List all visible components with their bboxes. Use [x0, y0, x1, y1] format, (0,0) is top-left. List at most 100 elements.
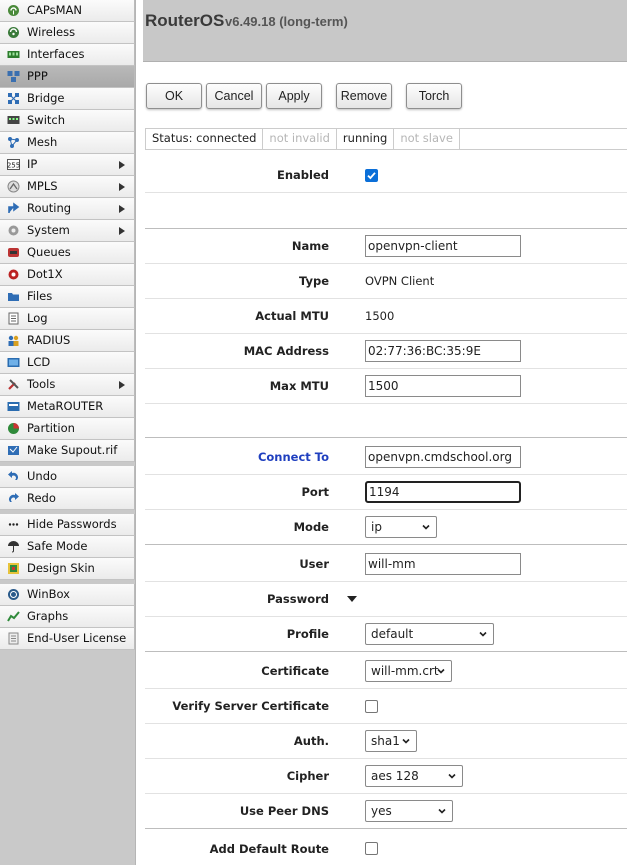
torch-button[interactable]: Torch — [406, 83, 462, 109]
sidebar-item-switch[interactable]: Switch — [0, 110, 135, 132]
sidebar-group: Hide Passwords Safe Mode Design Skin — [0, 514, 135, 580]
sidebar-item-label: Partition — [27, 421, 75, 435]
port-input[interactable] — [365, 481, 521, 503]
certificate-select[interactable]: will-mm.crt — [365, 660, 452, 682]
remove-button[interactable]: Remove — [336, 83, 392, 109]
row-connect-to: Connect To — [145, 440, 627, 475]
mode-select[interactable]: ip — [365, 516, 437, 538]
sidebar-item-ppp[interactable]: PPP — [0, 66, 135, 88]
auth-value: sha1 — [371, 734, 400, 748]
sidebar-item-safe-mode[interactable]: Safe Mode — [0, 536, 135, 558]
chevron-down-icon — [479, 631, 487, 637]
sidebar-item-make-supout-rif[interactable]: Make Supout.rif — [0, 440, 135, 462]
version-label: v6.49.18 (long-term) — [225, 14, 348, 29]
default-route-checkbox[interactable] — [365, 842, 378, 855]
status-connected: Status: connected — [146, 129, 264, 149]
connect-to-label[interactable]: Connect To — [258, 440, 329, 474]
sidebar-item-label: CAPsMAN — [27, 3, 83, 17]
max-mtu-label: Max MTU — [269, 379, 329, 393]
graphs-icon — [7, 610, 20, 623]
row-default-route: Add Default Route — [145, 831, 627, 866]
sidebar-item-radius[interactable]: RADIUS — [0, 330, 135, 352]
sidebar-item-label: Files — [27, 289, 53, 303]
lcd-icon — [7, 356, 20, 369]
sidebar-item-bridge[interactable]: Bridge — [0, 88, 135, 110]
sidebar-item-capsman[interactable]: CAPsMAN — [0, 0, 135, 22]
row-type: Type OVPN Client — [145, 264, 627, 299]
row-name: Name — [145, 229, 627, 264]
ok-button[interactable]: OK — [146, 83, 202, 109]
sidebar-item-tools[interactable]: Tools — [0, 374, 135, 396]
chevron-down-icon — [422, 524, 430, 530]
row-enabled: Enabled — [145, 158, 627, 193]
row-max-mtu: Max MTU — [145, 369, 627, 404]
sidebar-group: Undo Redo — [0, 466, 135, 510]
winbox-icon — [7, 588, 20, 601]
sidebar-item-mesh[interactable]: Mesh — [0, 132, 135, 154]
row-actual-mtu: Actual MTU 1500 — [145, 299, 627, 334]
enabled-checkbox[interactable] — [365, 168, 378, 182]
connect-to-input[interactable] — [365, 446, 521, 468]
chevron-down-icon — [448, 773, 456, 779]
sidebar-item-label: Switch — [27, 113, 66, 127]
system-icon — [7, 224, 20, 237]
section-divider — [145, 404, 627, 438]
user-input[interactable] — [365, 553, 521, 575]
password-expand-icon[interactable] — [347, 595, 357, 603]
sidebar-item-undo[interactable]: Undo — [0, 466, 135, 488]
sidebar-item-label: PPP — [27, 69, 48, 83]
queues-icon — [7, 246, 20, 259]
sidebar-item-ip[interactable]: 255 IP — [0, 154, 135, 176]
mac-input[interactable] — [365, 340, 521, 362]
sidebar-item-redo[interactable]: Redo — [0, 488, 135, 510]
tools-icon — [7, 378, 20, 391]
row-certificate: Certificate will-mm.crt — [145, 654, 627, 689]
cipher-select[interactable]: aes 128 — [365, 765, 463, 787]
row-port: Port — [145, 475, 627, 510]
password-label: Password — [267, 592, 329, 606]
sidebar-item-graphs[interactable]: Graphs — [0, 606, 135, 628]
sidebar-item-hide-passwords[interactable]: Hide Passwords — [0, 514, 135, 536]
switch-icon — [7, 114, 20, 127]
sidebar-item-winbox[interactable]: WinBox — [0, 584, 135, 606]
sidebar-item-design-skin[interactable]: Design Skin — [0, 558, 135, 580]
sidebar-group: WinBox Graphs End-User License — [0, 584, 135, 650]
sidebar-item-end-user-license[interactable]: End-User License — [0, 628, 135, 650]
sidebar-item-mpls[interactable]: MPLS — [0, 176, 135, 198]
verify-cert-checkbox[interactable] — [365, 699, 378, 713]
radius-icon — [7, 334, 20, 347]
mpls-icon — [7, 180, 20, 193]
verify-cert-label: Verify Server Certificate — [172, 699, 329, 713]
sidebar-item-queues[interactable]: Queues — [0, 242, 135, 264]
files-icon — [7, 290, 20, 303]
name-label: Name — [291, 239, 329, 253]
sidebar-item-label: System — [27, 223, 70, 237]
sidebar-item-log[interactable]: Log — [0, 308, 135, 330]
sidebar-item-routing[interactable]: Routing — [0, 198, 135, 220]
sidebar-item-files[interactable]: Files — [0, 286, 135, 308]
sidebar-item-label: Design Skin — [27, 561, 95, 575]
type-label: Type — [298, 274, 329, 288]
certificate-label: Certificate — [261, 664, 329, 678]
max-mtu-input[interactable] — [365, 375, 521, 397]
auth-label: Auth. — [293, 734, 329, 748]
sidebar-item-interfaces[interactable]: Interfaces — [0, 44, 135, 66]
chevron-down-icon — [402, 738, 410, 744]
main-panel: RouterOS v6.49.18 (long-term) OK Cancel … — [143, 0, 627, 865]
row-mac: MAC Address — [145, 334, 627, 369]
sidebar-item-system[interactable]: System — [0, 220, 135, 242]
chevron-down-icon — [438, 808, 446, 814]
cancel-button[interactable]: Cancel — [206, 83, 262, 109]
profile-select[interactable]: default — [365, 623, 494, 645]
sidebar-item-lcd[interactable]: LCD — [0, 352, 135, 374]
peer-dns-select[interactable]: yes — [365, 800, 453, 822]
enabled-label: Enabled — [276, 168, 329, 182]
name-input[interactable] — [365, 235, 521, 257]
sidebar-item-partition[interactable]: Partition — [0, 418, 135, 440]
sidebar-item-metarouter[interactable]: MetaROUTER — [0, 396, 135, 418]
sidebar-item-wireless[interactable]: Wireless — [0, 22, 135, 44]
auth-select[interactable]: sha1 — [365, 730, 417, 752]
peer-dns-value: yes — [371, 804, 392, 818]
apply-button[interactable]: Apply — [266, 83, 322, 109]
sidebar-item-dot1x[interactable]: Dot1X — [0, 264, 135, 286]
